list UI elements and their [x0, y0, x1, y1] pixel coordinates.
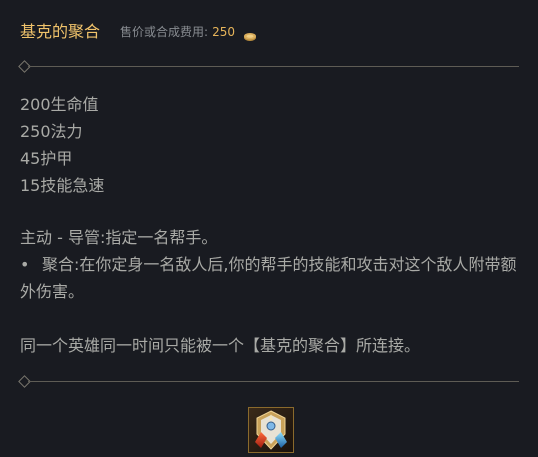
stat-health: 200生命值: [20, 95, 99, 114]
divider-line: [28, 381, 519, 382]
passive-description: • 聚合:在你定身一名敌人后,你的帮手的技能和攻击对这个敌人附带额外伤害。: [20, 251, 520, 305]
bullet-dot: •: [20, 255, 30, 274]
tooltip-header: 基克的聚合 售价或合成费用: 250: [20, 22, 257, 42]
item-tooltip: 基克的聚合 售价或合成费用: 250 200生命值 250法力 45护甲 15技…: [0, 0, 538, 457]
cost-label: 售价或合成费用:: [120, 25, 209, 39]
item-description: 主动 - 导管:指定一名帮手。 • 聚合:在你定身一名敌人后,你的帮手的技能和攻击…: [20, 224, 520, 359]
cost-value: 250: [212, 25, 235, 39]
stat-ability-haste: 15技能急速: [20, 176, 105, 195]
zekes-convergence-item-icon: [248, 407, 294, 453]
active-description: 主动 - 导管:指定一名帮手。: [20, 228, 218, 247]
stat-mana: 250法力: [20, 122, 83, 141]
unique-note: 同一个英雄同一时间只能被一个【基克的聚合】所连接。: [20, 336, 421, 355]
divider-bottom: [18, 375, 519, 388]
passive-text: 聚合:在你定身一名敌人后,你的帮手的技能和攻击对这个敌人附带额外伤害。: [20, 255, 517, 301]
stats-list: 200生命值 250法力 45护甲 15技能急速: [20, 91, 104, 199]
divider-line: [28, 66, 519, 67]
divider-top: [18, 60, 519, 73]
item-name: 基克的聚合: [20, 22, 101, 41]
gold-coin-icon: [243, 27, 257, 41]
stat-armor: 45护甲: [20, 149, 73, 168]
